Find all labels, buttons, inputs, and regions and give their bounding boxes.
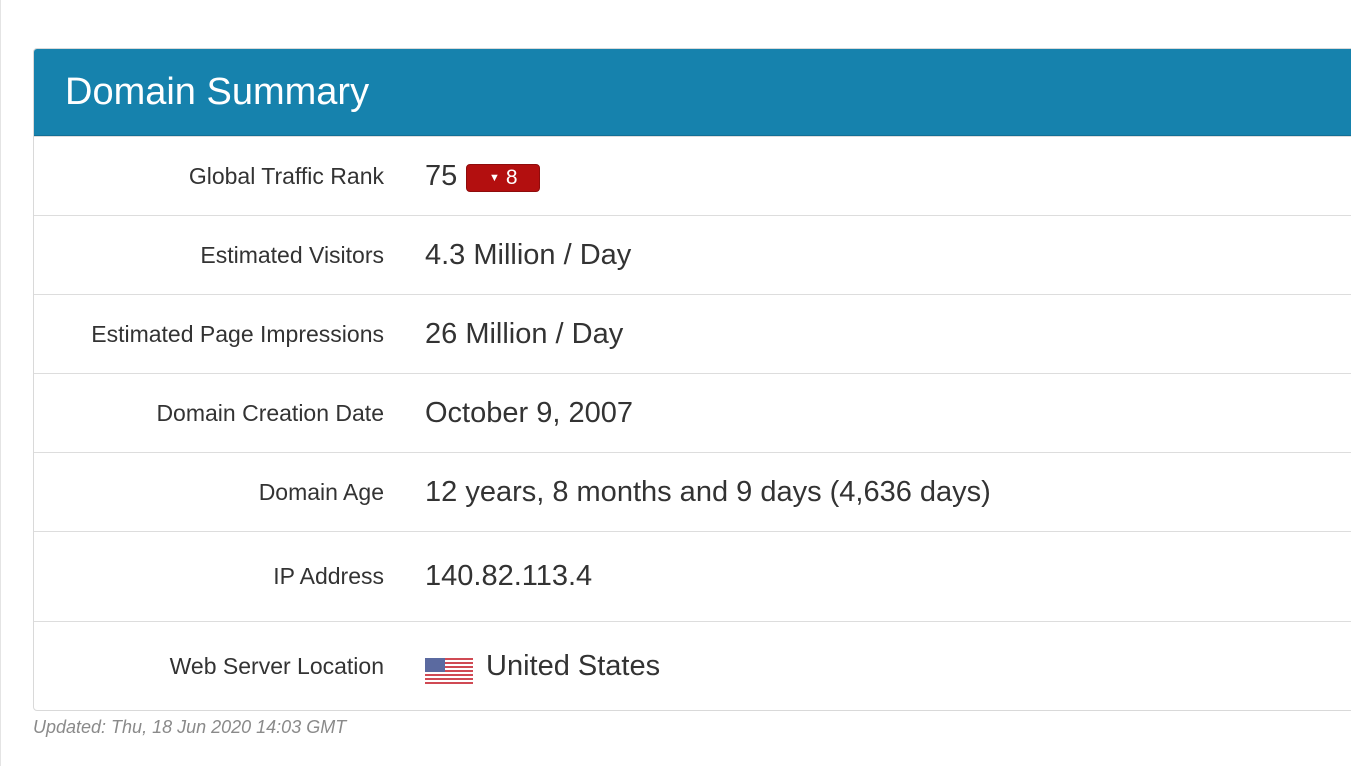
impressions-label: Estimated Page Impressions — [91, 320, 384, 347]
row-domain-creation-date: Domain Creation Date October 9, 2007 — [34, 373, 1351, 452]
panel-title: Domain Summary — [65, 71, 370, 113]
creation-date-value: October 9, 2007 — [425, 396, 633, 429]
row-web-server-location: Web Server Location United States — [34, 621, 1351, 710]
impressions-value: 26 Million / Day — [425, 317, 624, 350]
traffic-rank-value: 75 — [425, 159, 458, 192]
row-ip-address: IP Address 140.82.113.4 — [34, 531, 1351, 621]
updated-timestamp: Updated: Thu, 18 Jun 2020 14:03 GMT — [33, 717, 347, 737]
page: Domain Summary Global Traffic Rank 75 ▼ … — [0, 0, 1351, 766]
traffic-rank-label: Global Traffic Rank — [188, 162, 384, 189]
server-location-value-wrap: United States — [425, 650, 660, 684]
visitors-value: 4.3 Million / Day — [425, 238, 632, 271]
creation-date-label: Domain Creation Date — [156, 399, 384, 426]
ip-address-label: IP Address — [273, 563, 384, 589]
server-location-label: Web Server Location — [169, 653, 384, 679]
rank-change-value: 8 — [505, 166, 518, 189]
us-flag-icon — [425, 657, 473, 684]
row-estimated-page-impressions: Estimated Page Impressions 26 Million / … — [34, 294, 1351, 373]
domain-summary-panel: Domain Summary Global Traffic Rank 75 ▼ … — [33, 48, 1351, 711]
ip-address-value: 140.82.113.4 — [425, 560, 593, 592]
traffic-rank-value-wrap: 75 ▼ 8 — [425, 159, 541, 193]
caret-down-icon: ▼ — [488, 172, 500, 184]
row-global-traffic-rank: Global Traffic Rank 75 ▼ 8 — [34, 136, 1351, 215]
visitors-label: Estimated Visitors — [200, 241, 384, 268]
rank-change-badge: ▼ 8 — [466, 164, 541, 192]
domain-age-value: 12 years, 8 months and 9 days (4,636 day… — [425, 475, 991, 508]
row-estimated-visitors: Estimated Visitors 4.3 Million / Day — [34, 215, 1351, 294]
server-location-value: United States — [486, 650, 661, 682]
panel-header: Domain Summary — [34, 49, 1351, 136]
row-domain-age: Domain Age 12 years, 8 months and 9 days… — [34, 452, 1351, 531]
domain-age-label: Domain Age — [258, 478, 384, 505]
